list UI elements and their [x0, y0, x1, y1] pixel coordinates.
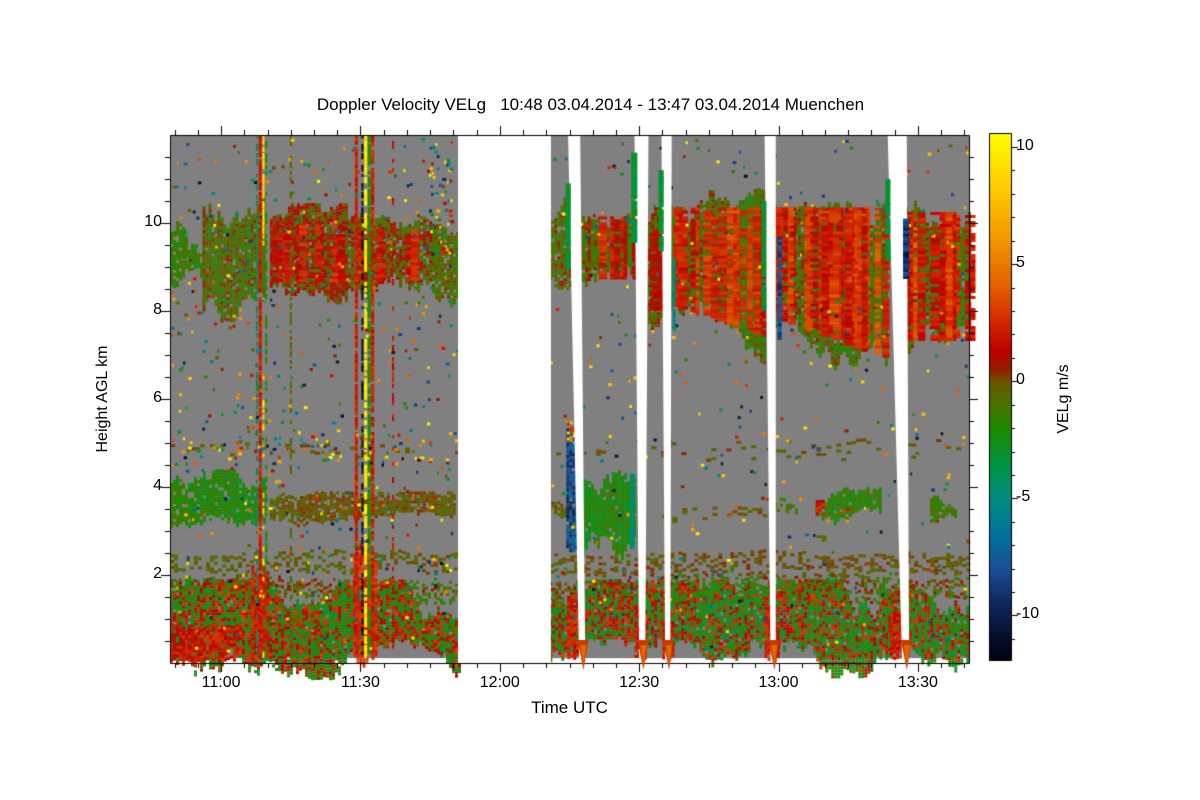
colorbar-tick-label: 5 — [1016, 254, 1025, 272]
x-axis-label: Time UTC — [531, 698, 608, 717]
x-tick-label: 13:30 — [897, 674, 938, 691]
y-tick-label: 4 — [153, 477, 162, 494]
colorbar-tick-label: -10 — [1016, 605, 1040, 623]
x-tick-label: 11:30 — [341, 674, 380, 691]
colorbar-tick-label: -5 — [1016, 488, 1031, 506]
x-tick-label: 13:00 — [758, 674, 799, 691]
y-tick-label: 8 — [153, 301, 162, 318]
heatmap-canvas — [0, 0, 1200, 800]
y-tick-label: 10 — [144, 213, 162, 230]
y-axis-label: Height AGL km — [94, 345, 111, 453]
colorbar-tick-label: 0 — [1016, 371, 1025, 389]
doppler-velocity-figure: Doppler Velocity VELg 10:48 03.04.2014 -… — [0, 0, 1200, 800]
chart-title: Doppler Velocity VELg 10:48 03.04.2014 -… — [316, 95, 865, 114]
y-tick-label: 2 — [153, 565, 162, 582]
y-tick-label: 6 — [153, 389, 162, 406]
colorbar-tick-label: 10 — [1016, 137, 1034, 155]
x-tick-label: 11:00 — [201, 674, 241, 691]
x-tick-label: 12:30 — [619, 674, 660, 691]
x-tick-label: 12:00 — [479, 674, 520, 691]
